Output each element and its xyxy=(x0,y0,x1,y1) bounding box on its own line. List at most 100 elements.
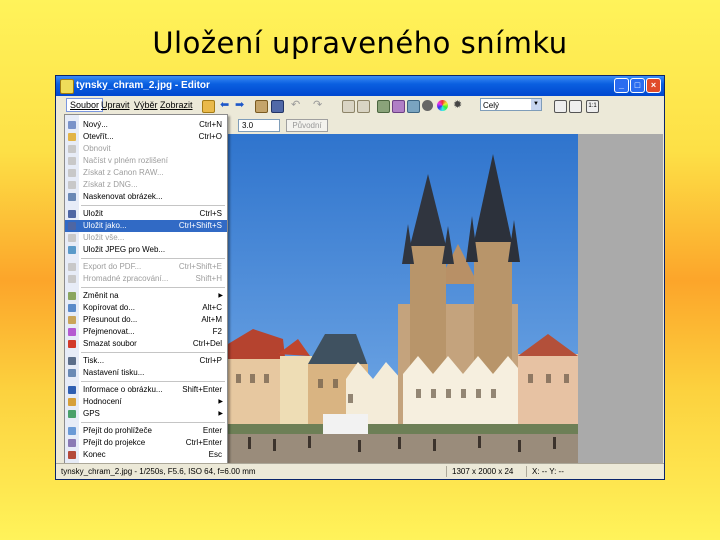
status-zoom: X: -- Y: -- xyxy=(532,467,564,476)
menu-item-save-all: Uložit vše... xyxy=(65,232,227,244)
statusbar: tynsky_chram_2.jpg - 1/250s, F5.6, ISO 6… xyxy=(56,463,664,479)
save-as-icon xyxy=(68,222,76,230)
zoom-1-1-icon[interactable]: 1:1 xyxy=(586,100,599,113)
menu-item-print[interactable]: Tisk... Ctrl+P xyxy=(65,355,227,367)
menu-item-copy-to[interactable]: Kopírovat do... Alt+C xyxy=(65,302,227,314)
menu-item-exit[interactable]: Konec Esc xyxy=(65,449,227,461)
folder-icon[interactable] xyxy=(255,100,268,113)
convert-icon xyxy=(68,292,76,300)
menu-item-label: Otevřít... xyxy=(83,132,114,141)
menu-item-slideshow[interactable]: Přejít do projekce Ctrl+Enter xyxy=(65,437,227,449)
menu-separator xyxy=(81,287,225,288)
web-jpeg-icon xyxy=(68,246,76,254)
menu-item-shortcut: Alt+M xyxy=(201,315,222,324)
close-button[interactable]: × xyxy=(646,78,661,93)
fit-window-icon[interactable] xyxy=(554,100,567,113)
zoom-combo[interactable]: Celý ▼ xyxy=(480,98,542,111)
submenu-arrow-icon: ▶ xyxy=(218,399,223,405)
main-toolbar: ⬅ ➡ ↶ ↷ ✹ 1:1 xyxy=(192,97,664,115)
slide-title: Uložení upraveného snímku xyxy=(152,26,568,60)
move-to-icon xyxy=(68,316,76,324)
menu-item-shortcut: Esc xyxy=(208,450,222,459)
app-icon xyxy=(60,79,74,94)
effects-icon[interactable]: ✹ xyxy=(453,100,464,111)
copy-icon[interactable] xyxy=(342,100,355,113)
color-wheel-icon[interactable] xyxy=(437,100,448,111)
menu-item-gps[interactable]: GPS ▶ xyxy=(65,408,227,420)
original-button[interactable]: Původní xyxy=(286,119,328,132)
menu-item-label: Informace o obrázku... xyxy=(83,385,163,394)
menu-edit[interactable]: Upravit xyxy=(98,99,133,111)
status-separator xyxy=(446,466,447,477)
menu-item-shortcut: Shift+H xyxy=(195,274,222,283)
arrow-left-icon[interactable]: ⬅ xyxy=(220,100,231,111)
arrow-right-icon[interactable]: ➡ xyxy=(235,100,246,111)
rotate-icon[interactable] xyxy=(407,100,420,113)
menu-item-pdf: Export do PDF... Ctrl+Shift+E xyxy=(65,261,227,273)
menu-separator xyxy=(81,381,225,382)
menu-item-web-jpeg[interactable]: Uložit JPEG pro Web... xyxy=(65,244,227,256)
menu-item-open-folder[interactable]: Otevřít... Ctrl+O xyxy=(65,131,227,143)
menu-item-label: Hromadné zpracování... xyxy=(83,274,169,283)
canvas-background xyxy=(578,134,663,464)
crop-icon[interactable] xyxy=(377,100,390,113)
print-setup-icon xyxy=(68,369,76,377)
window-titlebar[interactable]: tynsky_chram_2.jpg - Editor _ □ × xyxy=(56,76,664,96)
church-photo xyxy=(228,134,578,464)
menu-item-shortcut: Alt+C xyxy=(202,303,222,312)
paste-icon[interactable] xyxy=(357,100,370,113)
menu-item-shortcut: Ctrl+Shift+E xyxy=(178,262,222,271)
open-folder-icon[interactable] xyxy=(202,100,215,113)
menu-item-label: Nastavení tisku... xyxy=(83,368,145,377)
undo-icon[interactable]: ↶ xyxy=(291,100,302,111)
menu-item-shortcut: Enter xyxy=(202,426,222,435)
menu-item-save-as[interactable]: Uložit jako... Ctrl+Shift+S xyxy=(65,220,227,232)
save-icon[interactable] xyxy=(271,100,284,113)
chevron-down-icon: ▼ xyxy=(531,99,541,110)
menu-item-delete[interactable]: Smazat soubor Ctrl+Del xyxy=(65,338,227,350)
menu-item-info[interactable]: Informace o obrázku... Shift+Enter xyxy=(65,384,227,396)
status-separator xyxy=(526,466,527,477)
menu-item-browser[interactable]: Přejít do prohlížeče Enter xyxy=(65,425,227,437)
dng-icon xyxy=(68,181,76,189)
menu-item-label: GPS xyxy=(83,409,100,418)
zoom-combo-value: Celý xyxy=(483,101,500,110)
menu-item-shortcut: Ctrl+S xyxy=(199,209,222,218)
menu-item-print-setup[interactable]: Nastavení tisku... xyxy=(65,367,227,379)
menu-item-rename[interactable]: Přejmenovat... F2 xyxy=(65,326,227,338)
menu-item-label: Uložit xyxy=(83,209,104,218)
menu-separator xyxy=(81,205,225,206)
menu-item-label: Uložit vše... xyxy=(83,233,125,242)
menu-item-full-resolution: Načíst v plném rozlišení xyxy=(65,155,227,167)
menu-item-shortcut: Ctrl+P xyxy=(199,356,222,365)
delete-icon xyxy=(68,340,76,348)
redo-icon[interactable]: ↷ xyxy=(313,100,324,111)
menu-item-shortcut: Shift+Enter xyxy=(182,385,222,394)
menu-item-rating[interactable]: Hodnocení ▶ xyxy=(65,396,227,408)
zoom-field[interactable]: 3.0 xyxy=(238,119,280,132)
menu-separator xyxy=(81,352,225,353)
resize-icon[interactable] xyxy=(392,100,405,113)
menu-item-new-file[interactable]: Nový... Ctrl+N xyxy=(65,119,227,131)
sharpen-icon[interactable] xyxy=(422,100,433,111)
menu-item-move-to[interactable]: Přesunout do... Alt+M xyxy=(65,314,227,326)
minimize-button[interactable]: _ xyxy=(614,78,629,93)
image-canvas[interactable] xyxy=(228,134,663,464)
menu-item-convert[interactable]: Změnit na ▶ xyxy=(65,290,227,302)
gps-icon xyxy=(68,410,76,418)
menu-item-scanner[interactable]: Naskenovat obrázek... xyxy=(65,191,227,203)
status-file-info: tynsky_chram_2.jpg - 1/250s, F5.6, ISO 6… xyxy=(61,467,256,476)
exit-icon xyxy=(68,451,76,459)
maximize-button[interactable]: □ xyxy=(630,78,645,93)
menu-view[interactable]: Zobrazit xyxy=(157,99,196,111)
menu-item-shortcut: Ctrl+Shift+S xyxy=(178,221,222,230)
menu-item-save[interactable]: Uložit Ctrl+S xyxy=(65,208,227,220)
actual-size-icon[interactable] xyxy=(569,100,582,113)
menu-item-label: Získat z Canon RAW... xyxy=(83,168,164,177)
menu-item-label: Přesunout do... xyxy=(83,315,138,324)
batch-icon xyxy=(68,275,76,283)
menu-separator xyxy=(81,258,225,259)
menu-item-raw: Získat z Canon RAW... xyxy=(65,167,227,179)
submenu-arrow-icon: ▶ xyxy=(218,411,223,417)
menu-item-shortcut: Ctrl+Enter xyxy=(185,438,222,447)
